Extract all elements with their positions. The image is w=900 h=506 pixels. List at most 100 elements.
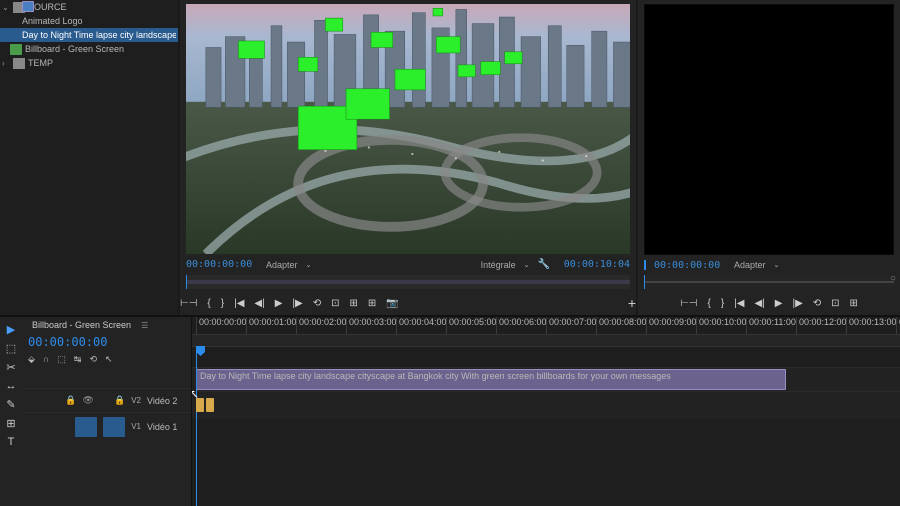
in-point-handle[interactable]	[196, 398, 204, 412]
project-panel[interactable]: ⌄ SOURCE Animated Logo Day to Night Time…	[0, 0, 178, 315]
ruler-tick: 00:00:01:00	[246, 317, 297, 334]
time-ruler[interactable]: 00:00:00:0000:00:01:0000:00:02:0000:00:0…	[192, 317, 900, 335]
collapse-arrow-icon[interactable]: ›	[2, 59, 10, 68]
source-timecode-in[interactable]	[186, 259, 258, 270]
loop[interactable]: ⟲	[313, 298, 321, 309]
source-monitor: Adapter⌄ Intégrale⌄ 🔧 ⊢⊣{}|◀◀|▶|▶⟲⊡⊞⊞📷 +	[180, 0, 636, 315]
sequence-icon	[10, 44, 22, 55]
source-scrubber[interactable]	[186, 275, 630, 289]
timeline-timecode[interactable]: 00:00:00:00	[22, 333, 191, 351]
play-back[interactable]: ◀|	[754, 298, 764, 309]
step-back[interactable]: |◀	[734, 298, 744, 309]
timeline-panel[interactable]: 00:00:00:0000:00:01:0000:00:02:0000:00:0…	[192, 317, 900, 506]
out-point-handle[interactable]	[206, 398, 214, 412]
play-back[interactable]: ◀|	[254, 298, 264, 309]
play[interactable]: ▶	[275, 298, 283, 309]
track-header-v1[interactable]: V1 Vidéo 1	[22, 412, 191, 440]
source-transport: ⊢⊣ {} |◀ ◀| ▶ |▶ ⟲ ⊡ ⊞ ⊞ 📷 +	[180, 291, 636, 315]
tl-tool-2[interactable]: ⬚	[57, 354, 66, 365]
sequence-tab[interactable]: Billboard - Green Screen	[28, 319, 135, 331]
tool-0[interactable]: ▶	[7, 323, 15, 336]
step-fwd[interactable]: |▶	[792, 298, 802, 309]
go-out[interactable]: }	[221, 298, 224, 309]
export-frame[interactable]: ⊞	[368, 298, 376, 309]
insert[interactable]: ⊡	[831, 298, 839, 309]
go-out[interactable]: }	[721, 298, 724, 309]
expand-arrow-icon[interactable]: ⌄	[2, 3, 10, 12]
step-back[interactable]: |◀	[234, 298, 244, 309]
snapshot[interactable]: 📷	[386, 298, 398, 309]
insert[interactable]: ⊡	[331, 298, 339, 309]
ruler-tick: 00:00:12:00	[796, 317, 847, 334]
playhead-head-icon[interactable]	[196, 346, 205, 356]
add-button[interactable]: +	[628, 295, 636, 311]
track-thumbnail	[75, 417, 97, 437]
clip-animated-logo[interactable]: Animated Logo	[0, 14, 178, 28]
tl-tool-0[interactable]: ⬙	[28, 354, 35, 365]
mark-in-out[interactable]: ⊢⊣	[180, 298, 197, 309]
ruler-tick: 00:00:13:00	[846, 317, 897, 334]
ruler-tick: 00:00:04:00	[396, 317, 447, 334]
tool-1[interactable]: ⬚	[6, 342, 16, 355]
overwrite[interactable]: ⊞	[850, 298, 858, 309]
play[interactable]: ▶	[775, 298, 783, 309]
tool-6[interactable]: T	[8, 436, 15, 448]
tool-5[interactable]: ⊞	[6, 417, 15, 430]
tab-close-icon[interactable]: ☰	[141, 321, 148, 330]
tool-2[interactable]: ✂	[6, 361, 15, 374]
program-monitor: Adapter⌄ ○ ⊢⊣{}|◀◀|▶|▶⟲⊡⊞	[638, 0, 900, 315]
wrench-icon[interactable]: 🔧	[534, 258, 554, 271]
go-in[interactable]: {	[207, 298, 210, 309]
track-header-v2[interactable]: 🔒 👁 🔒 V2 Vidéo 2	[22, 388, 191, 412]
clip-billboard-green[interactable]: Billboard - Green Screen	[0, 42, 178, 56]
tl-tool-5[interactable]: ↖	[105, 354, 113, 365]
ruler-tick: 00:00:06:00	[496, 317, 547, 334]
clip-day-to-night[interactable]: Day to Night Time lapse city landscape c…	[0, 28, 178, 42]
timeline-tools: ▶ ⬚ ✂ ↔ ✎ ⊞ T	[0, 317, 22, 506]
ruler-tick: 00:00:10:00	[696, 317, 747, 334]
program-preview[interactable]	[644, 4, 894, 255]
timeline-toolbar: ⬙ ∩ ⬚ ↹ ⟲ ↖	[22, 351, 191, 368]
ruler-tick: 00:00:03:00	[346, 317, 397, 334]
program-transport: ⊢⊣ {} |◀ ◀| ▶ |▶ ⟲ ⊡ ⊞	[638, 291, 900, 315]
ruler-tick: 00:00	[896, 317, 900, 334]
step-fwd[interactable]: |▶	[292, 298, 302, 309]
ruler-tick: 00:00:08:00	[596, 317, 647, 334]
timeline-playhead[interactable]	[196, 347, 197, 506]
source-timecode-out[interactable]	[558, 259, 630, 270]
bin-temp[interactable]: › TEMP	[0, 56, 178, 70]
ruler-tick: 00:00:00:00	[196, 317, 247, 334]
track-v2[interactable]: Day to Night Time lapse city landscape c…	[192, 367, 900, 391]
ruler-tick: 00:00:05:00	[446, 317, 497, 334]
eye-icon[interactable]: 👁	[83, 395, 94, 406]
clip-on-v2[interactable]: Day to Night Time lapse city landscape c…	[196, 369, 786, 390]
tool-4[interactable]: ✎	[6, 398, 15, 411]
ruler-tick: 00:00:11:00	[746, 317, 796, 334]
video-clip-icon	[22, 1, 34, 12]
source-preview[interactable]	[186, 4, 630, 254]
target-icon[interactable]: 🔒	[114, 395, 125, 406]
ruler-tick: 00:00:02:00	[296, 317, 347, 334]
scale-dropdown[interactable]: Intégrale	[477, 259, 520, 271]
fit-dropdown[interactable]: Adapter	[262, 259, 302, 271]
program-scrubber[interactable]: ○	[644, 275, 894, 289]
track-v1[interactable]	[192, 391, 900, 419]
work-area-bar[interactable]	[192, 335, 900, 347]
tl-tool-4[interactable]: ⟲	[89, 354, 97, 365]
folder-icon	[13, 58, 25, 69]
lock-icon[interactable]: 🔒	[65, 395, 76, 406]
go-in[interactable]: {	[707, 298, 710, 309]
program-fit-dropdown[interactable]: Adapter	[730, 259, 770, 271]
tl-tool-3[interactable]: ↹	[74, 354, 82, 365]
timeline-header-panel: Billboard - Green Screen ☰ 00:00:00:00 ⬙…	[22, 317, 192, 506]
tl-tool-1[interactable]: ∩	[43, 354, 49, 365]
ruler-tick: 00:00:09:00	[646, 317, 697, 334]
overwrite[interactable]: ⊞	[349, 298, 357, 309]
program-timecode-in[interactable]	[654, 260, 726, 271]
mark-in-out[interactable]: ⊢⊣	[680, 298, 697, 309]
tool-3[interactable]: ↔	[6, 380, 17, 392]
in-out-handles[interactable]	[196, 391, 216, 419]
track-thumbnail	[103, 417, 125, 437]
loop[interactable]: ⟲	[813, 298, 821, 309]
playhead-icon	[644, 260, 646, 270]
